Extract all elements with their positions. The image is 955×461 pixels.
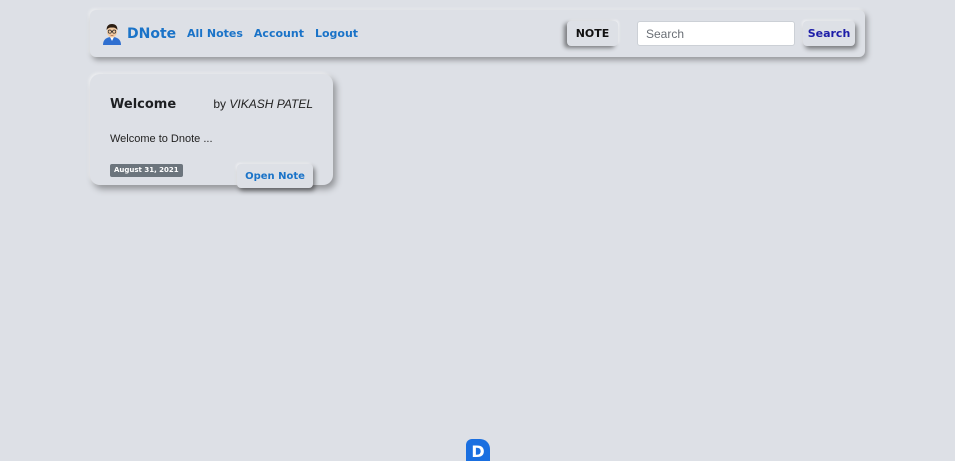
brand-link[interactable]: DNote <box>102 23 176 45</box>
brand-name: DNote <box>127 26 177 42</box>
note-author: by VIKASH PATEL <box>213 97 313 111</box>
user-avatar-icon <box>102 23 122 45</box>
note-title: Welcome <box>110 97 177 112</box>
open-note-button[interactable]: Open Note <box>237 164 313 188</box>
note-author-prefix: by <box>213 97 227 111</box>
note-card: Welcome by VIKASH PATEL Welcome to Dnote… <box>90 74 333 188</box>
note-button[interactable]: NOTE <box>567 21 618 46</box>
nav-link-logout[interactable]: Logout <box>315 27 358 40</box>
note-excerpt: Welcome to Dnote ... <box>110 133 213 145</box>
page: DNote All Notes Account Logout NOTE Sear… <box>0 0 955 461</box>
footer-logo-icon: D <box>466 439 490 461</box>
note-author-name: VIKASH PATEL <box>229 97 313 111</box>
nav-links: All Notes Account Logout <box>187 27 358 40</box>
nav-link-account[interactable]: Account <box>254 27 304 40</box>
search-input[interactable] <box>637 21 795 46</box>
navbar: DNote All Notes Account Logout NOTE Sear… <box>90 10 865 57</box>
note-date-badge: August 31, 2021 <box>110 164 183 177</box>
nav-link-all-notes[interactable]: All Notes <box>187 27 243 40</box>
search-button[interactable]: Search <box>803 21 855 46</box>
